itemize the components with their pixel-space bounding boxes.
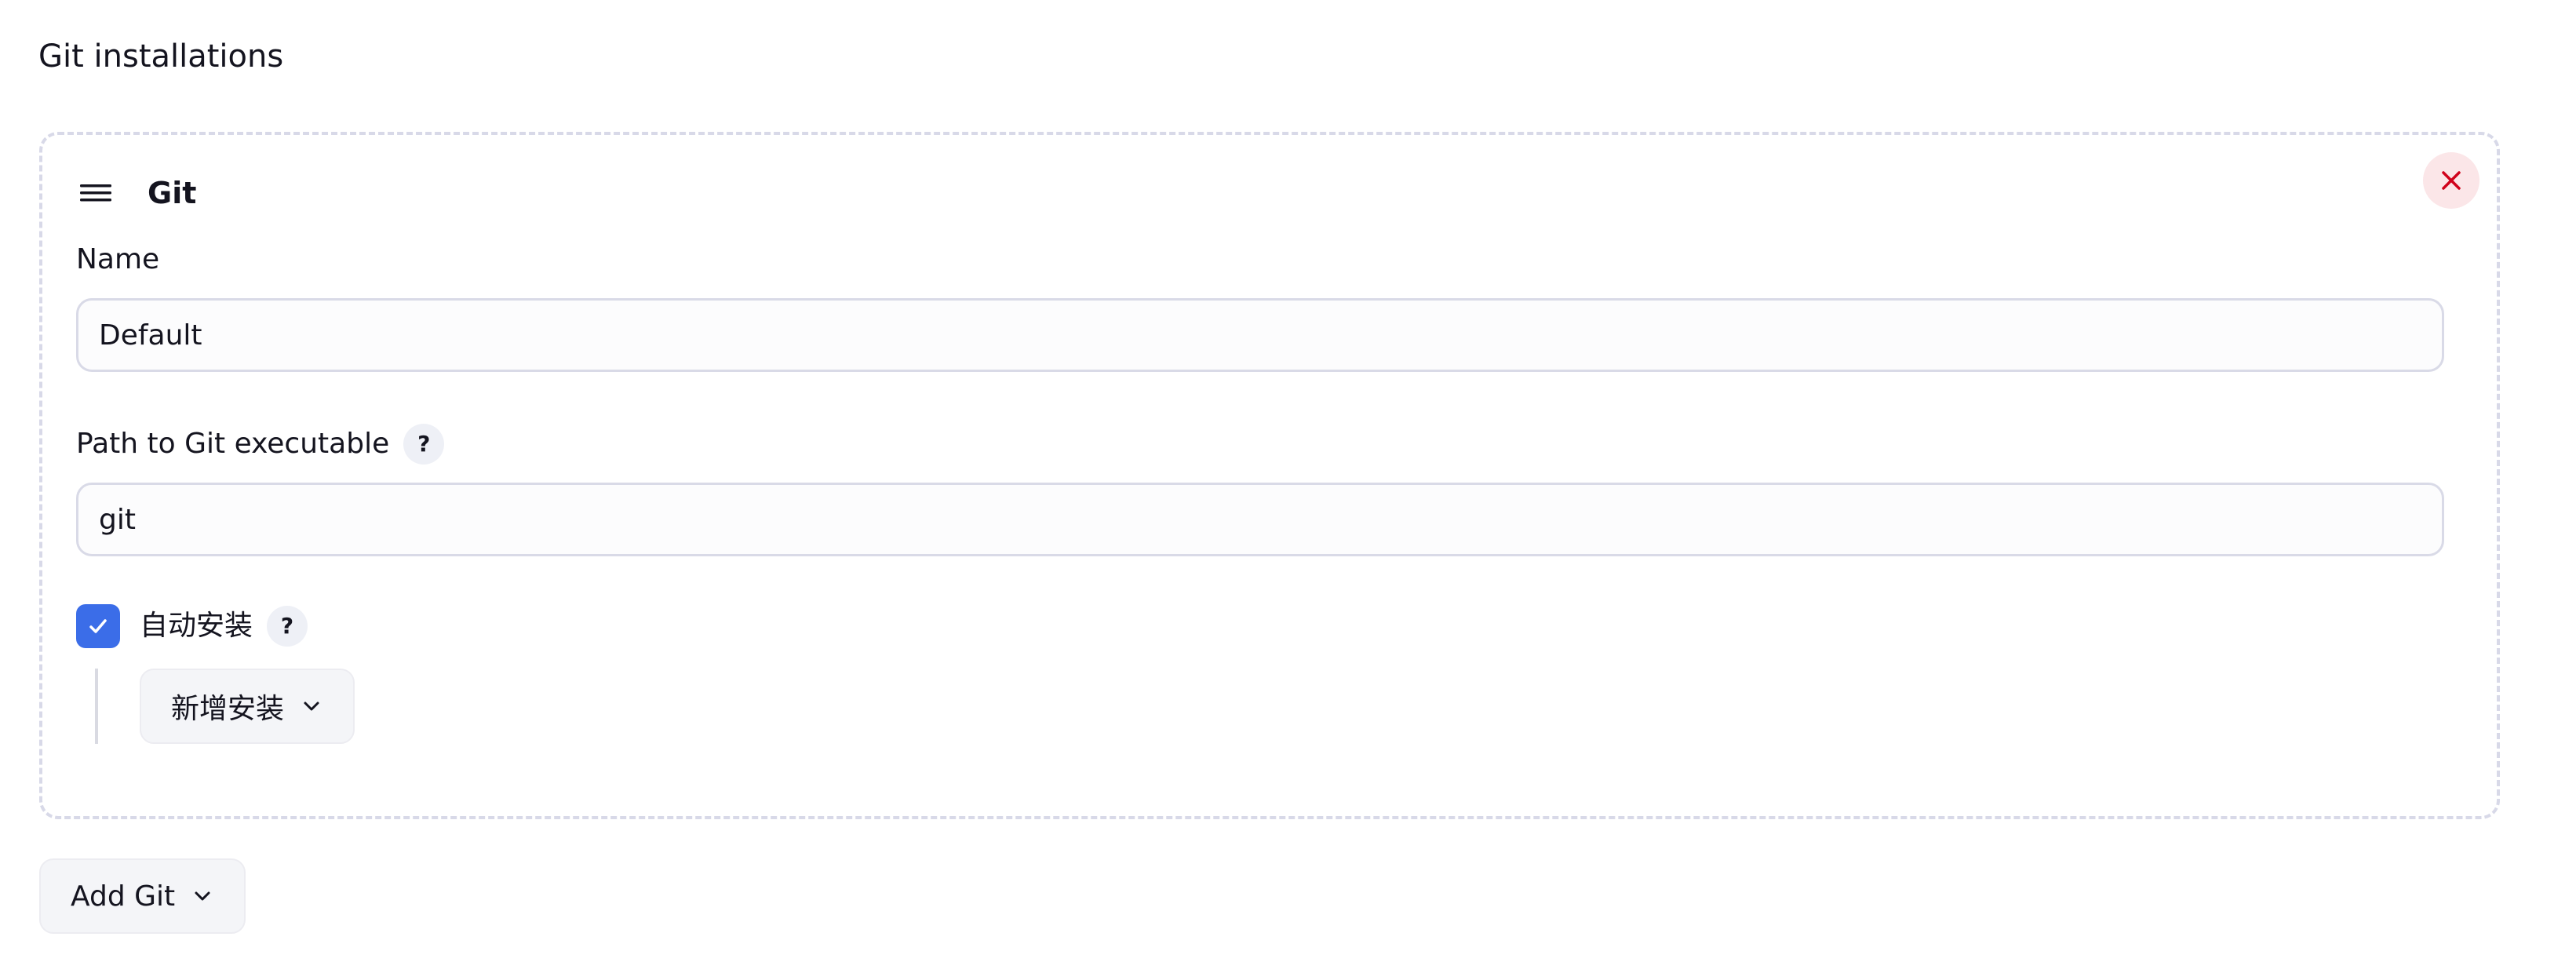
auto-install-label-text: 自动安装 (140, 610, 253, 642)
add-installer-button[interactable]: 新增安装 (140, 669, 355, 744)
add-installer-label: 新增安装 (171, 693, 285, 725)
chevron-down-icon (304, 702, 319, 711)
checkmark-icon (89, 619, 107, 633)
close-icon (2442, 171, 2461, 190)
add-git-button[interactable]: Add Git (39, 858, 246, 934)
name-label: Name (76, 240, 159, 279)
name-label-text: Name (76, 243, 160, 275)
add-git-label: Add Git (71, 880, 176, 913)
path-label: Path to Git executable ? (76, 424, 445, 465)
section-title: Git installations (38, 38, 284, 75)
card-title: Git (148, 176, 197, 210)
delete-installation-button[interactable] (2423, 152, 2479, 209)
path-help-icon[interactable]: ? (403, 424, 445, 465)
auto-install-help-icon[interactable]: ? (267, 606, 308, 647)
drag-handle-icon[interactable] (80, 177, 111, 209)
name-input[interactable] (76, 298, 2444, 372)
chevron-down-icon (195, 891, 210, 901)
path-input[interactable] (76, 483, 2444, 556)
auto-install-label: 自动安装 ? (140, 606, 308, 647)
path-label-text: Path to Git executable (76, 428, 390, 460)
auto-install-checkbox[interactable] (76, 604, 120, 648)
git-installation-card: Git Name Path to Git executable ? 自动安装 ?… (39, 132, 2500, 819)
nested-indent-line (95, 669, 98, 744)
